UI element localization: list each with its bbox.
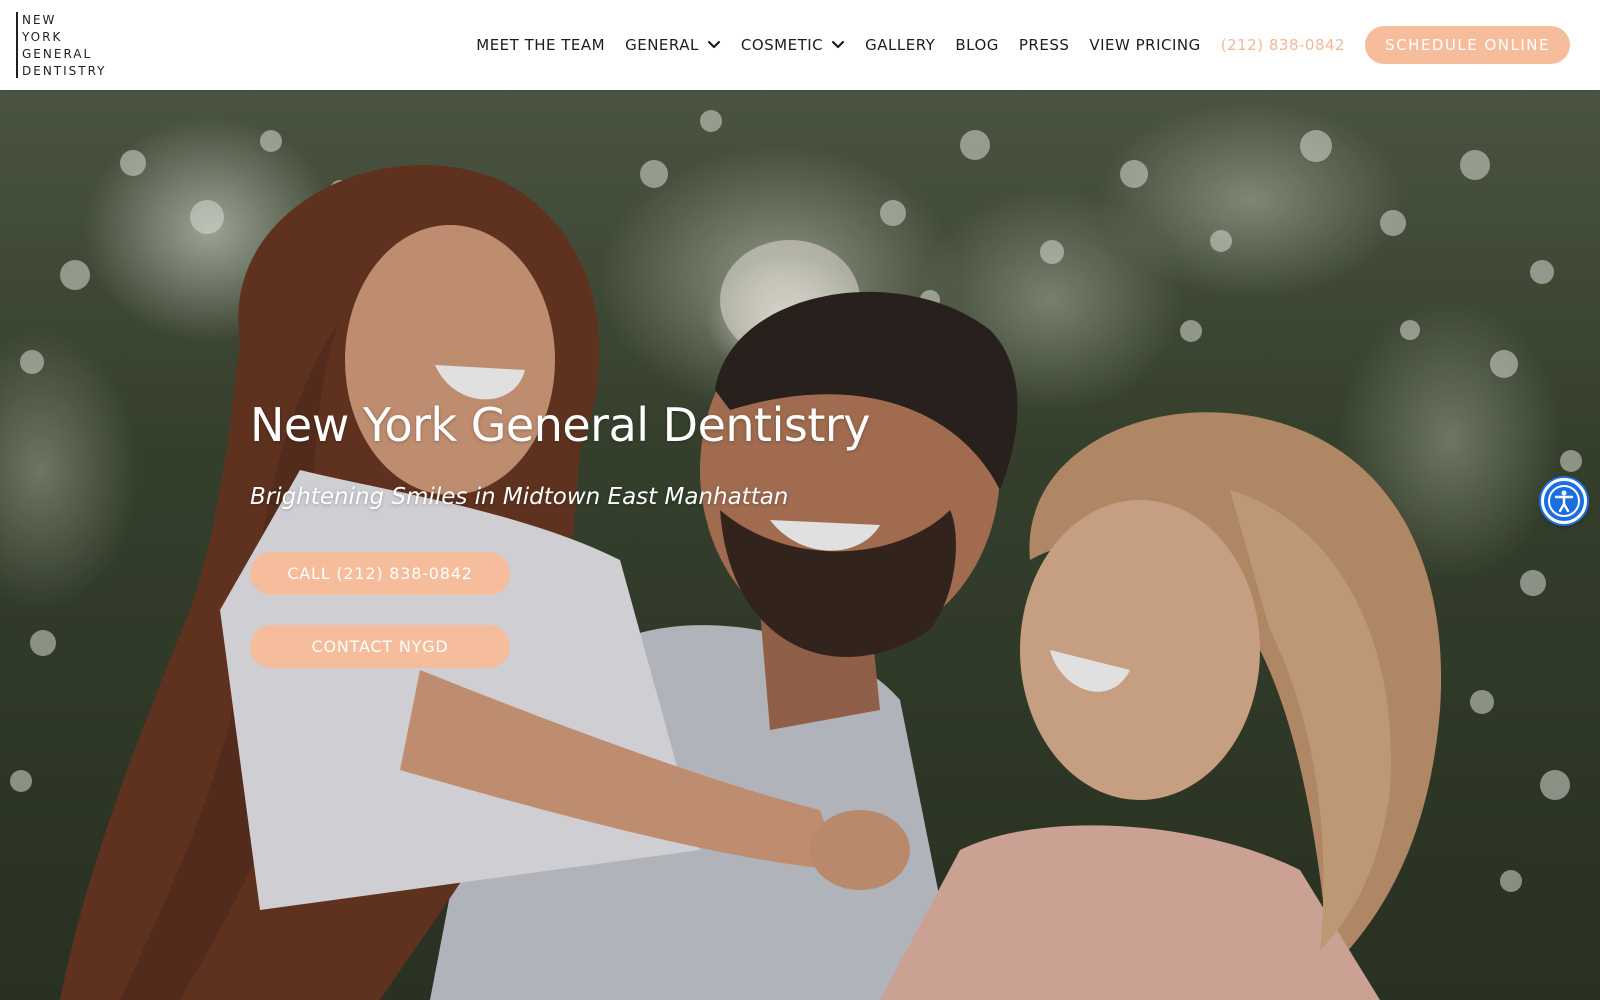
site-logo[interactable]: NEW YORK GENERAL DENTISTRY	[16, 12, 107, 78]
nav-item-meet-the-team[interactable]: MEET THE TEAM	[476, 36, 605, 54]
nav-item-label: MEET THE TEAM	[476, 36, 606, 54]
nav-item-blog[interactable]: BLOG	[955, 36, 999, 54]
hero-title: New York General Dentistry	[250, 398, 871, 452]
nav-item-label: GALLERY	[865, 36, 936, 54]
chevron-down-icon[interactable]	[707, 40, 721, 50]
hero-content: New York General Dentistry Brightening S…	[250, 398, 871, 668]
nav-item-label: PRESS	[1018, 36, 1070, 54]
nav-item-gallery[interactable]: GALLERY	[865, 36, 935, 54]
logo-line: YORK	[22, 30, 63, 44]
nav-item-cosmetic[interactable]: COSMETIC	[741, 36, 845, 54]
nav-item-press[interactable]: PRESS	[1019, 36, 1070, 54]
hero-section: New York General Dentistry Brightening S…	[0, 90, 1600, 1000]
contact-button-label: CONTACT NYGD	[311, 637, 449, 656]
nav-phone-label: (212) 838-0842	[1220, 36, 1346, 54]
schedule-online-button[interactable]: SCHEDULE ONLINE	[1365, 26, 1570, 64]
schedule-online-label: SCHEDULE ONLINE	[1385, 36, 1550, 54]
nav-item-general[interactable]: GENERAL	[625, 36, 721, 54]
logo-line: DENTISTRY	[22, 64, 107, 78]
chevron-down-icon[interactable]	[831, 40, 845, 50]
logo-line: GENERAL	[22, 47, 93, 61]
nav-item-label: BLOG	[955, 36, 999, 54]
call-button[interactable]: CALL (212) 838-0842	[250, 552, 510, 595]
site-header: NEW YORK GENERAL DENTISTRY MEET THE TEAM…	[0, 0, 1600, 90]
hero-subtitle: Brightening Smiles in Midtown East Manha…	[250, 484, 789, 510]
nav-item-label: VIEW PRICING	[1089, 36, 1201, 54]
accessibility-button[interactable]	[1541, 478, 1587, 524]
contact-button[interactable]: CONTACT NYGD	[250, 625, 510, 668]
call-button-label: CALL (212) 838-0842	[287, 564, 473, 583]
nav-item-label: COSMETIC	[740, 36, 824, 54]
nav-phone-link[interactable]: (212) 838-0842	[1221, 36, 1345, 54]
logo-line: NEW	[22, 13, 57, 27]
main-nav: MEET THE TEAM GENERAL COSMETIC GALLERY B…	[476, 0, 1570, 90]
accessibility-icon	[1548, 485, 1580, 517]
nav-item-label: GENERAL	[625, 36, 699, 54]
nav-item-view-pricing[interactable]: VIEW PRICING	[1089, 36, 1200, 54]
